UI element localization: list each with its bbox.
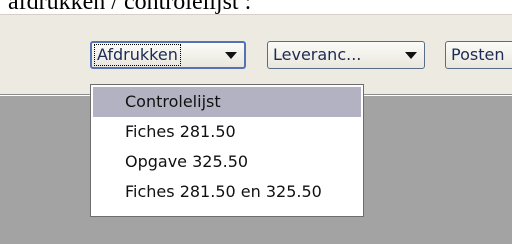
delivery-dropdown[interactable]: Leveranc... [267,41,425,69]
posts-dropdown-label: Posten [451,45,505,64]
posts-dropdown[interactable]: Posten [445,41,512,69]
page-caption: afdrukken / controlelijst : [8,0,252,15]
delivery-dropdown-label: Leveranc... [273,45,362,64]
chevron-down-icon[interactable] [225,52,237,59]
print-dropdown[interactable]: Afdrukken [90,41,246,69]
print-dropdown-label: Afdrukken [94,44,181,66]
menu-item-fiches-281-50-en-325-50[interactable]: Fiches 281.50 en 325.50 [93,177,361,207]
print-menu: Controlelijst Fiches 281.50 Opgave 325.5… [90,84,364,217]
chevron-down-icon[interactable] [405,52,417,59]
menu-item-opgave-325-50[interactable]: Opgave 325.50 [93,147,361,177]
menu-item-fiches-281-50[interactable]: Fiches 281.50 [93,117,361,147]
menu-item-controlelijst[interactable]: Controlelijst [93,87,361,117]
